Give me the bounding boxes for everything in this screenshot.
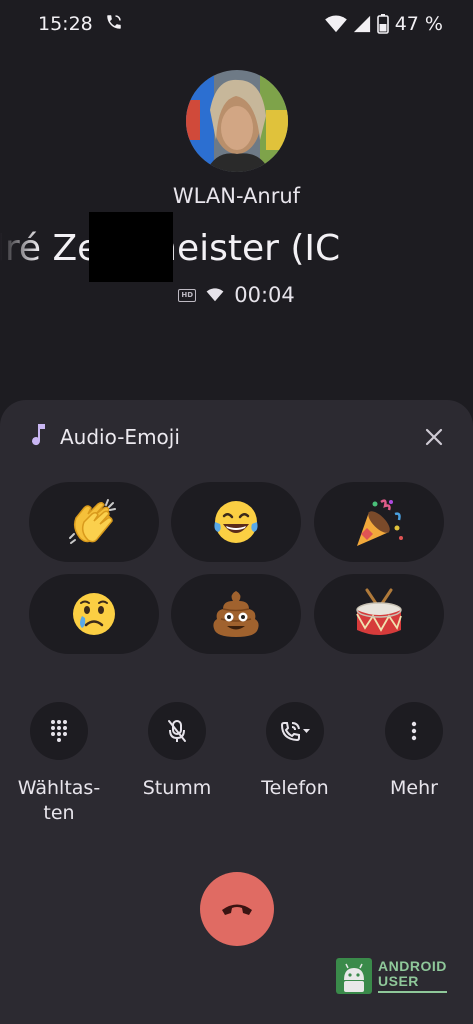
sheet-title: Audio-Emoji <box>60 425 180 449</box>
wifi-icon <box>324 15 347 33</box>
phone-button[interactable] <box>266 702 324 760</box>
keypad-button[interactable] <box>30 702 88 760</box>
call-type: WLAN-Anruf <box>172 184 301 208</box>
emoji-button-tears-of-joy[interactable] <box>171 482 301 562</box>
phone-label: Telefon <box>261 777 329 799</box>
name-fade-right <box>433 222 473 276</box>
sheet-header: Audio-Emoji <box>30 424 447 450</box>
battery-icon <box>376 14 389 34</box>
android-user-watermark: ANDROID USER <box>336 956 447 996</box>
more-label: Mehr <box>390 777 438 799</box>
mute-label: Stumm <box>142 777 212 799</box>
keypad-label: Wähltas- ten <box>17 777 101 824</box>
tears-of-joy-icon <box>214 501 258 543</box>
party-popper-icon <box>357 499 403 546</box>
mic-off-icon <box>168 720 186 742</box>
signal-icon <box>353 15 371 33</box>
drum-icon <box>356 588 402 635</box>
redaction-box <box>89 212 173 282</box>
name-fade-left <box>0 222 40 276</box>
end-call-button[interactable] <box>200 872 274 946</box>
watermark-text: ANDROID USER <box>378 959 447 993</box>
emoji-button-drum[interactable] <box>314 574 444 654</box>
battery-percent: 47 % <box>394 13 443 35</box>
caller-name: dré Zechmeister (IC <box>0 222 473 276</box>
pile-of-poo-icon <box>213 591 259 637</box>
more-action[interactable]: Mehr <box>364 702 464 801</box>
android-robot-icon <box>336 958 372 994</box>
caller-avatar <box>186 70 288 172</box>
more-vert-icon <box>411 721 417 741</box>
music-note-icon <box>30 424 46 450</box>
mute-action[interactable]: Stumm <box>127 702 227 801</box>
clapping-hands-icon <box>69 499 116 544</box>
emoji-button-crying-face[interactable] <box>29 574 159 654</box>
phone-action[interactable]: Telefon <box>245 702 345 801</box>
call-meta: HD 00:04 <box>0 280 473 310</box>
call-duration: 00:04 <box>234 283 295 307</box>
mute-button[interactable] <box>148 702 206 760</box>
watermark-line1: ANDROID <box>378 958 447 974</box>
keypad-action[interactable]: Wähltas- ten <box>9 702 109 826</box>
emoji-button-party-popper[interactable] <box>314 482 444 562</box>
crying-face-icon <box>73 593 115 635</box>
close-icon[interactable] <box>421 424 447 450</box>
status-bar: 15:28 47 % <box>0 0 473 48</box>
emoji-button-pile-of-poo[interactable] <box>171 574 301 654</box>
hd-icon: HD <box>178 288 197 302</box>
emoji-button-clapping-hands[interactable] <box>29 482 159 562</box>
more-button[interactable] <box>385 702 443 760</box>
watermark-line2: USER <box>378 973 419 989</box>
wifi-small-icon <box>206 283 224 307</box>
wifi-call-icon <box>105 13 123 36</box>
status-time: 15:28 <box>38 13 93 35</box>
end-call-icon <box>222 904 252 915</box>
dialpad-icon <box>51 720 67 742</box>
phone-audio-icon <box>280 722 310 742</box>
